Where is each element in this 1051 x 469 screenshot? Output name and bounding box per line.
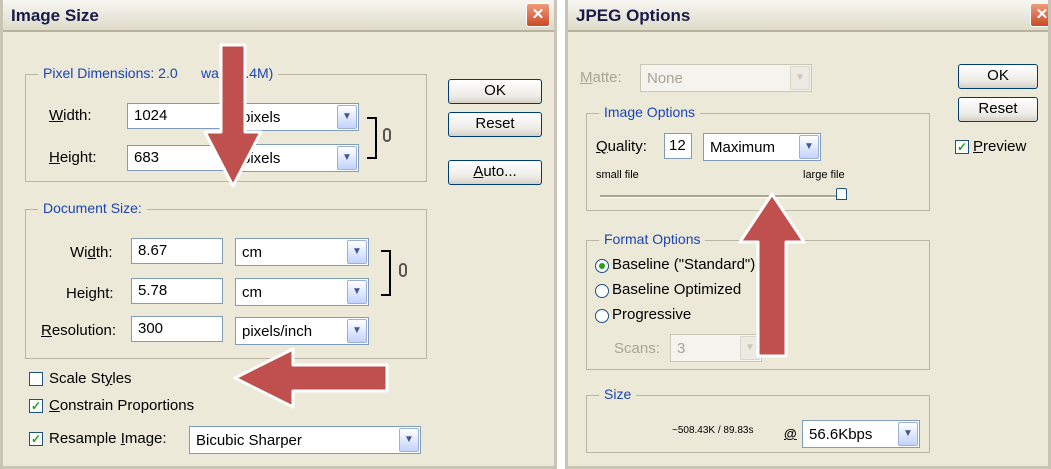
constrain-proportions-checkbox[interactable]: ✓ <box>29 399 43 413</box>
reset-button[interactable]: Reset <box>448 112 542 137</box>
close-icon[interactable]: ✕ <box>526 3 550 27</box>
title-bar: JPEG Options ✕ <box>568 0 1048 32</box>
format-options-legend: Format Options <box>599 231 706 247</box>
baseline-optimized-label: Baseline Optimized <box>612 281 742 298</box>
quality-preset-value: Maximum <box>710 139 776 156</box>
image-size-dialog: Image Size ✕ Pixel Dimensions: 2.0 was 3… <box>0 0 557 469</box>
quality-input[interactable]: 12 <box>664 133 692 159</box>
image-options-legend: Image Options <box>599 104 701 120</box>
resample-method-value: Bicubic Sharper <box>196 432 302 449</box>
close-icon[interactable]: ✕ <box>1030 3 1048 27</box>
chevron-down-icon[interactable]: ▼ <box>337 105 357 129</box>
chevron-down-icon[interactable]: ▼ <box>347 240 367 264</box>
resample-image-label: Resample Image: <box>49 430 167 447</box>
chevron-down-icon[interactable]: ▼ <box>799 135 819 159</box>
red-arrow-icon <box>738 192 806 358</box>
at-symbol: @ <box>784 426 797 441</box>
doc-height-input[interactable]: 5.78 <box>131 278 223 304</box>
doc-width-label: Width: <box>70 244 113 261</box>
dialog-title: JPEG Options <box>576 6 691 25</box>
download-speed-value: 56.6Kbps <box>809 426 873 443</box>
preview-checkbox[interactable]: ✓ <box>955 140 969 154</box>
doc-width-unit-select[interactable]: cm ▼ <box>235 238 369 266</box>
constrain-proportions-label: Constrain Proportions <box>49 397 195 414</box>
ok-button[interactable]: OK <box>448 79 542 104</box>
chevron-down-icon[interactable]: ▼ <box>347 319 367 343</box>
file-size-estimate: ~508.43K / 89.83s <box>672 425 754 436</box>
scans-label: Scans: <box>614 340 660 357</box>
doc-link-bracket <box>381 250 391 296</box>
constrain-link-bracket <box>367 117 377 159</box>
doc-width-input[interactable]: 8.67 <box>131 238 223 264</box>
ok-button[interactable]: OK <box>958 64 1038 89</box>
chevron-down-icon[interactable]: ▼ <box>337 146 357 170</box>
chevron-down-icon[interactable]: ▼ <box>399 428 419 452</box>
resolution-unit-value: pixels/inch <box>242 323 313 340</box>
baseline-optimized-radio[interactable] <box>595 284 609 298</box>
title-bar: Image Size ✕ <box>3 0 554 32</box>
red-arrow-icon <box>233 347 389 409</box>
scale-styles-label: Scale Styles <box>49 370 132 387</box>
doc-height-label: Height: <box>66 285 114 302</box>
resample-image-checkbox[interactable]: ✓ <box>29 432 43 446</box>
matte-value: None <box>647 70 683 87</box>
resample-method-select[interactable]: Bicubic Sharper ▼ <box>189 426 421 454</box>
pixel-width-label: Width: <box>49 107 92 124</box>
chevron-down-icon: ▼ <box>790 66 810 90</box>
progressive-label: Progressive <box>612 306 692 323</box>
baseline-standard-radio[interactable] <box>595 259 609 273</box>
size-legend: Size <box>599 386 637 402</box>
pixel-height-label: Height: <box>49 149 97 166</box>
link-chain-icon <box>399 263 407 277</box>
resolution-input[interactable]: 300 <box>131 316 223 342</box>
red-arrow-icon <box>203 43 263 188</box>
document-size-legend: Document Size: <box>38 200 147 216</box>
doc-height-unit-select[interactable]: cm ▼ <box>235 278 369 306</box>
matte-label: Matte: <box>580 69 622 86</box>
jpeg-options-dialog: JPEG Options ✕ Matte: None ▼ Image Optio… <box>565 0 1051 469</box>
quality-preset-select[interactable]: Maximum ▼ <box>703 133 821 161</box>
scale-styles-checkbox[interactable] <box>29 372 43 386</box>
chevron-down-icon[interactable]: ▼ <box>898 422 918 446</box>
doc-width-unit-value: cm <box>242 244 262 261</box>
reset-button[interactable]: Reset <box>958 97 1038 122</box>
large-file-label: large file <box>803 169 845 181</box>
matte-select[interactable]: None ▼ <box>640 64 812 92</box>
resolution-unit-select[interactable]: pixels/inch ▼ <box>235 317 369 345</box>
preview-label: Preview <box>973 138 1027 155</box>
doc-height-unit-value: cm <box>242 284 262 301</box>
progressive-radio[interactable] <box>595 309 609 323</box>
baseline-standard-label: Baseline ("Standard") <box>612 256 756 273</box>
auto-button[interactable]: Auto... <box>448 160 542 185</box>
download-speed-select[interactable]: 56.6Kbps ▼ <box>802 420 920 448</box>
dialog-title: Image Size <box>11 6 99 25</box>
small-file-label: small file <box>596 169 639 181</box>
resolution-label: Resolution: <box>41 322 117 339</box>
quality-label: Quality: <box>596 138 647 155</box>
link-chain-icon <box>383 128 391 142</box>
scans-value: 3 <box>677 340 686 357</box>
chevron-down-icon[interactable]: ▼ <box>347 280 367 304</box>
quality-slider-thumb[interactable] <box>836 188 847 200</box>
